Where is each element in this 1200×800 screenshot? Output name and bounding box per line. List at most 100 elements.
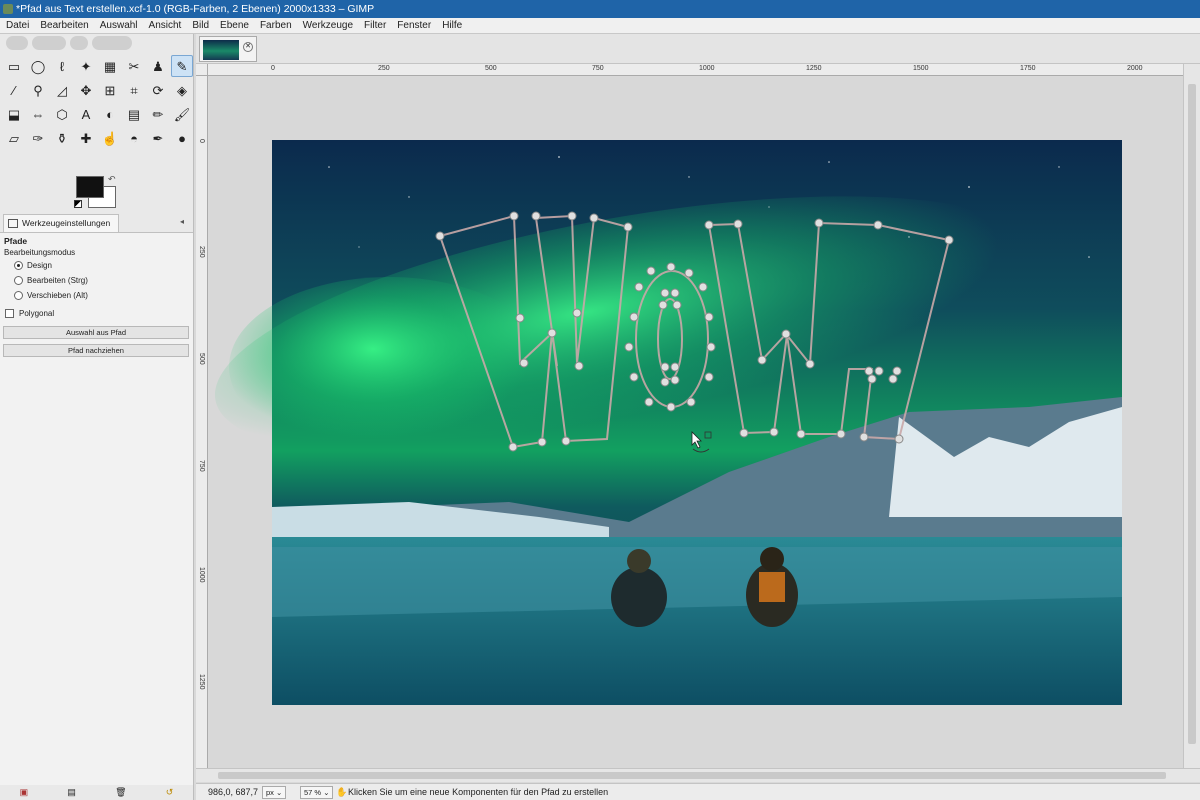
text-icon[interactable]: A: [75, 103, 97, 125]
zoom-select[interactable]: 57 % ⌄: [300, 786, 334, 799]
tool-options-tab-icon: [8, 219, 18, 228]
crop-icon[interactable]: ⌗: [123, 79, 145, 101]
zoom-icon[interactable]: ⚲: [27, 79, 49, 101]
menu-ebene[interactable]: Ebene: [214, 18, 254, 33]
panel-menu-icon[interactable]: ◂: [180, 217, 184, 226]
horizontal-scroll-thumb[interactable]: [218, 772, 1166, 779]
menu-bearbeiten[interactable]: Bearbeiten: [34, 18, 93, 33]
menu-hilfe[interactable]: Hilfe: [436, 18, 467, 33]
menubar: Datei Bearbeiten Auswahl Ansicht Bild Ebene Fa…: [0, 18, 1200, 34]
canvas-area[interactable]: [209, 77, 1183, 768]
selection-from-path-button[interactable]: Auswahl aus Pfad: [3, 326, 189, 339]
pencil-icon[interactable]: ✏: [147, 103, 169, 125]
align-icon[interactable]: ⊞: [99, 79, 121, 101]
paintbrush-icon[interactable]: 🖌: [171, 103, 193, 125]
move-icon[interactable]: ✥: [75, 79, 97, 101]
menu-datei[interactable]: Datei: [0, 18, 34, 33]
zoom-select-value: 57 %: [304, 788, 322, 797]
ruler-tick-label: 1000: [198, 567, 205, 583]
radio-button-selected[interactable]: [14, 261, 23, 270]
polygonal-checkbox[interactable]: [5, 309, 14, 318]
radio-move[interactable]: Verschieben (Alt): [14, 291, 88, 300]
menu-auswahl[interactable]: Auswahl: [94, 18, 143, 33]
eraser-icon[interactable]: ▱: [3, 127, 25, 149]
measure-icon[interactable]: ◿: [51, 79, 73, 101]
menu-bild[interactable]: Bild: [186, 18, 214, 33]
delete-options-icon[interactable]: 🗑: [115, 787, 126, 798]
swap-colors-icon[interactable]: ↶: [108, 174, 116, 185]
image-thumbnail: [203, 40, 239, 60]
save-options-icon[interactable]: ▣: [20, 787, 29, 798]
menu-farben[interactable]: Farben: [254, 18, 297, 33]
vertical-scrollbar[interactable]: [1183, 64, 1200, 768]
radio-button[interactable]: [14, 291, 23, 300]
tool-options-title: Pfade: [4, 236, 28, 246]
radio-move-label: Verschieben (Alt): [27, 291, 88, 300]
toolbox-footer: ▣ ▤ 🗑 ↺: [0, 785, 194, 800]
ruler-tick-label: 250: [378, 65, 390, 72]
unified-transform-icon[interactable]: ⟳: [147, 79, 169, 101]
gradient-icon[interactable]: ▤: [123, 103, 145, 125]
dodge-burn-icon[interactable]: ◓: [123, 127, 145, 149]
toolbox: ▭ ◯ ℓ ✦ ▦ ✂ ♟ ✎ ⁄ ⚲ ◿ ✥ ⊞ ⌗ ⟳ ◈ ⬓ ⇔ ⬡ A ◐ ▤ ✏ 🖌 ▱ ✑ ⚱ ✚ ☝ ◓ ✒ ● ↶ Werkz…: [0, 34, 194, 792]
ellipse-select-icon[interactable]: ◯: [27, 55, 49, 77]
cage-transform-icon[interactable]: ⬡: [51, 103, 73, 125]
horizontal-ruler[interactable]: 0 250 500 750 1000 1250 1500 1750 2000: [208, 64, 1183, 76]
reset-colors-icon[interactable]: [74, 200, 82, 208]
paths-icon[interactable]: ✎: [171, 55, 193, 77]
ruler-tick-label: 1250: [198, 674, 205, 690]
clone-icon[interactable]: ⚱: [51, 127, 73, 149]
ruler-corner: [196, 64, 208, 76]
vertical-scroll-thumb[interactable]: [1188, 84, 1196, 744]
vertical-ruler[interactable]: 0 250 500 750 1000 1250: [196, 76, 208, 768]
window-titlebar: *Pfad aus Text erstellen.xcf-1.0 (RGB-Fa…: [0, 0, 1200, 18]
tab-tool-options-label: Werkzeugeinstellungen: [22, 218, 111, 228]
photo-layer: [214, 140, 1122, 705]
close-image-icon[interactable]: ✕: [243, 42, 253, 52]
gimp-app-icon: [3, 4, 13, 14]
polygonal-label: Polygonal: [19, 309, 55, 318]
ruler-tick-label: 750: [198, 460, 205, 472]
scissors-icon[interactable]: ✂: [123, 55, 145, 77]
polygonal-checkbox-row[interactable]: Polygonal: [5, 309, 54, 318]
perspective-icon[interactable]: ⬓: [3, 103, 25, 125]
menu-fenster[interactable]: Fenster: [391, 18, 436, 33]
statusbar: 986,0, 687,7 px ⌄ 57 % ⌄ ✋ Klicken Sie u…: [196, 783, 1200, 800]
ruler-tick-label: 1250: [806, 65, 822, 72]
smudge-icon[interactable]: ☝: [99, 127, 121, 149]
horizontal-scrollbar[interactable]: [196, 768, 1200, 782]
radio-button[interactable]: [14, 276, 23, 285]
color-area: ↶: [74, 174, 124, 214]
unit-select[interactable]: px ⌄: [262, 786, 287, 799]
tool-grid: ▭ ◯ ℓ ✦ ▦ ✂ ♟ ✎ ⁄ ⚲ ◿ ✥ ⊞ ⌗ ⟳ ◈ ⬓ ⇔ ⬡ A ◐ ▤ ✏ 🖌 ▱ ✑ ⚱ ✚ ☝ ◓ ✒ ●: [2, 54, 193, 150]
warp-transform-icon[interactable]: ◈: [171, 79, 193, 101]
menu-ansicht[interactable]: Ansicht: [143, 18, 187, 33]
canvas-svg: [214, 140, 1122, 705]
edit-mode-label: Bearbeitungsmodus: [4, 248, 76, 257]
color-picker-icon[interactable]: ⁄: [3, 79, 25, 101]
reset-options-icon[interactable]: ↺: [166, 787, 174, 798]
mypaint-brush-icon[interactable]: ●: [171, 127, 193, 149]
ruler-tick-label: 1500: [913, 65, 929, 72]
ruler-tick-label: 2000: [1127, 65, 1143, 72]
airbrush-icon[interactable]: ✑: [27, 127, 49, 149]
foreground-select-icon[interactable]: ♟: [147, 55, 169, 77]
image-tab[interactable]: ✕: [199, 36, 257, 62]
free-select-icon[interactable]: ℓ: [51, 55, 73, 77]
foreground-color[interactable]: [76, 176, 104, 198]
restore-options-icon[interactable]: ▤: [67, 787, 76, 798]
menu-werkzeuge[interactable]: Werkzeuge: [297, 18, 358, 33]
heal-icon[interactable]: ✚: [75, 127, 97, 149]
flip-icon[interactable]: ⇔: [27, 103, 49, 125]
hint-icon: ✋: [336, 787, 348, 797]
stroke-path-button[interactable]: Pfad nachziehen: [3, 344, 189, 357]
menu-filter[interactable]: Filter: [358, 18, 391, 33]
fuzzy-select-icon[interactable]: ✦: [75, 55, 97, 77]
ink-icon[interactable]: ✒: [147, 127, 169, 149]
bucket-fill-icon[interactable]: ◐: [99, 103, 121, 125]
radio-edit[interactable]: Bearbeiten (Strg): [14, 276, 88, 285]
radio-design[interactable]: Design: [14, 261, 52, 270]
tab-tool-options[interactable]: Werkzeugeinstellungen: [3, 214, 120, 232]
rect-select-icon[interactable]: ▭: [3, 55, 25, 77]
select-by-color-icon[interactable]: ▦: [99, 55, 121, 77]
